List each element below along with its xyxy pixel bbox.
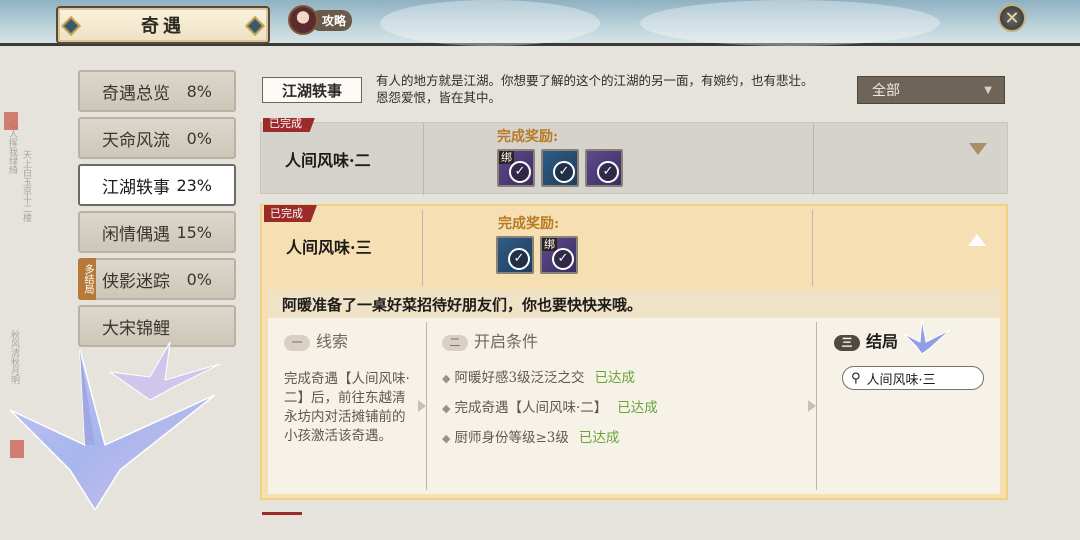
clue-heading: 一线索 bbox=[284, 328, 348, 352]
check-icon: ✓ bbox=[552, 248, 574, 270]
reward-item[interactable]: ✓ bbox=[541, 149, 579, 187]
divider bbox=[816, 322, 817, 490]
divider bbox=[422, 210, 423, 286]
condition-text: 阿暖好感3级泛泛之交 bbox=[454, 370, 585, 386]
chevron-up-icon[interactable] bbox=[968, 234, 986, 246]
check-icon: ✓ bbox=[553, 161, 575, 183]
sidebar-item-overview[interactable]: 奇遇总览 8% bbox=[78, 70, 236, 112]
seal-stamp bbox=[4, 112, 18, 130]
multi-ending-badge: 多结局 bbox=[78, 258, 96, 300]
reward-label: 完成奖励: bbox=[498, 216, 560, 232]
chevron-right-icon bbox=[418, 400, 426, 412]
encounter-title: 人间风味·二 bbox=[285, 151, 371, 170]
calligraphy-decoration: 天上白玉京十二楼 bbox=[21, 150, 31, 222]
reward-item[interactable]: 绑 ✓ bbox=[497, 149, 535, 187]
ending-heading: 三结局 bbox=[834, 328, 898, 352]
sidebar-item-jianghu[interactable]: 江湖轶事 23% bbox=[78, 164, 236, 206]
divider bbox=[423, 123, 424, 195]
sidebar-item-percent: 15% bbox=[176, 222, 212, 242]
reward-label: 完成奖励: bbox=[497, 129, 559, 145]
avatar bbox=[288, 5, 318, 35]
sidebar-item-percent: 23% bbox=[176, 175, 212, 195]
bullet-icon: ◆ bbox=[442, 372, 451, 385]
sidebar-item-destiny[interactable]: 天命风流 0% bbox=[78, 117, 236, 159]
bullet-icon: ◆ bbox=[442, 432, 451, 445]
step-number: 三 bbox=[834, 334, 860, 351]
conditions-heading: 二开启条件 bbox=[442, 328, 538, 352]
filter-value: 全部 bbox=[872, 83, 900, 99]
sidebar-item-percent: 8% bbox=[186, 81, 212, 101]
sidebar-item-percent: 0% bbox=[186, 128, 212, 148]
chevron-down-icon[interactable] bbox=[969, 143, 987, 155]
condition-item: ◆ 完成奇遇【人间风味·二】 已达成 bbox=[442, 396, 658, 416]
page-title-tab: 奇遇 bbox=[56, 6, 270, 44]
ending-title: 结局 bbox=[866, 332, 899, 351]
check-icon: ✓ bbox=[509, 161, 531, 183]
condition-text: 厨师身份等级≥3级 bbox=[454, 430, 569, 446]
status-badge: 已完成 bbox=[264, 205, 317, 222]
conditions-title: 开启条件 bbox=[474, 332, 539, 351]
condition-text: 完成奇遇【人间风味·二】 bbox=[454, 400, 608, 416]
encounter-details: 一线索 完成奇遇【人间风味·二】后，前往东越清永坊内对活摊铺前的小孩激活该奇遇。… bbox=[268, 318, 1000, 494]
sidebar-item-leisure[interactable]: 闲情偶遇 15% bbox=[78, 211, 236, 253]
search-icon: ⚲ bbox=[851, 370, 861, 386]
paper-crane-icon bbox=[904, 320, 950, 354]
status-badge: 已完成 bbox=[263, 118, 316, 132]
encounter-title: 人间风味·三 bbox=[286, 238, 372, 257]
sidebar-item-shadow[interactable]: 多结局 侠影迷踪 0% bbox=[78, 258, 236, 300]
divider bbox=[812, 210, 813, 286]
clue-text: 完成奇遇【人间风味·二】后，前往东越清永坊内对活摊铺前的小孩激活该奇遇。 bbox=[284, 371, 410, 444]
encounter-row-expanded[interactable]: 已完成 人间风味·三 完成奖励: ✓ 绑 ✓ 阿暖准备了一桌好菜招待好朋友们，你… bbox=[260, 204, 1008, 500]
encounter-list[interactable]: 已完成 人间风味·二 完成奖励: 绑 ✓ ✓ ✓ 已完成 人间风味·三 完成奖励… bbox=[260, 118, 1008, 518]
sidebar-item-label: 大宋锦鲤 bbox=[102, 318, 170, 339]
condition-item: ◆ 阿暖好感3级泛泛之交 已达成 bbox=[442, 366, 635, 386]
bound-tag: 绑 bbox=[542, 238, 557, 251]
close-button[interactable]: ✕ bbox=[998, 4, 1026, 32]
ending-search-value: 人间风味·三 bbox=[866, 372, 936, 388]
reward-item[interactable]: 绑 ✓ bbox=[540, 236, 578, 274]
chevron-right-icon bbox=[808, 400, 816, 412]
reward-item[interactable]: ✓ bbox=[585, 149, 623, 187]
encounter-row[interactable]: 已完成 人间风味·二 完成奖励: 绑 ✓ ✓ ✓ bbox=[260, 118, 1008, 195]
sidebar-item-label: 天命风流 bbox=[102, 130, 170, 151]
chevron-down-icon: ▼ bbox=[984, 84, 992, 96]
guide-button[interactable]: 攻略 bbox=[288, 5, 354, 35]
sidebar-item-label: 江湖轶事 bbox=[102, 177, 170, 198]
sidebar-item-label: 奇遇总览 bbox=[102, 83, 170, 104]
check-icon: ✓ bbox=[597, 161, 619, 183]
sidebar-item-label: 闲情偶遇 bbox=[102, 224, 170, 245]
ornament-icon bbox=[245, 16, 265, 36]
bullet-icon: ◆ bbox=[442, 402, 451, 415]
cloud-decoration bbox=[640, 0, 940, 46]
reward-item[interactable]: ✓ bbox=[496, 236, 534, 274]
close-icon: ✕ bbox=[1004, 7, 1020, 29]
section-description: 有人的地方就是江湖。你想要了解的这个的江湖的另一面，有婉约，也有悲壮。恩怨爱恨，… bbox=[376, 73, 814, 105]
condition-item: ◆ 厨师身份等级≥3级 已达成 bbox=[442, 426, 619, 446]
condition-status: 已达成 bbox=[594, 370, 636, 386]
divider bbox=[426, 322, 427, 490]
cloud-decoration bbox=[380, 0, 600, 46]
ending-search-field[interactable]: ⚲ 人间风味·三 bbox=[842, 366, 984, 390]
encounter-row-header[interactable]: 已完成 人间风味·三 完成奖励: ✓ 绑 ✓ bbox=[262, 205, 1006, 290]
check-icon: ✓ bbox=[508, 248, 530, 270]
step-number: 一 bbox=[284, 334, 310, 351]
divider bbox=[813, 123, 814, 195]
encounter-description: 阿暖准备了一桌好菜招待好朋友们，你也要快快来哦。 bbox=[268, 290, 1000, 318]
ornament-icon bbox=[61, 16, 81, 36]
condition-status: 已达成 bbox=[578, 430, 620, 446]
paper-crane-icon bbox=[9, 350, 216, 510]
sidebar-item-koi[interactable]: 大宋锦鲤 bbox=[78, 305, 236, 347]
bound-tag: 绑 bbox=[499, 151, 514, 164]
clue-title: 线索 bbox=[316, 332, 349, 351]
next-row-status-edge bbox=[262, 512, 302, 515]
filter-dropdown[interactable]: 全部 ▼ bbox=[857, 76, 1005, 104]
section-title: 江湖轶事 bbox=[262, 77, 362, 103]
step-number: 二 bbox=[442, 334, 468, 351]
page-title: 奇遇 bbox=[141, 16, 185, 37]
sidebar-item-label: 侠影迷踪 bbox=[102, 271, 170, 292]
condition-status: 已达成 bbox=[617, 400, 658, 416]
sidebar-item-percent: 0% bbox=[186, 269, 212, 289]
